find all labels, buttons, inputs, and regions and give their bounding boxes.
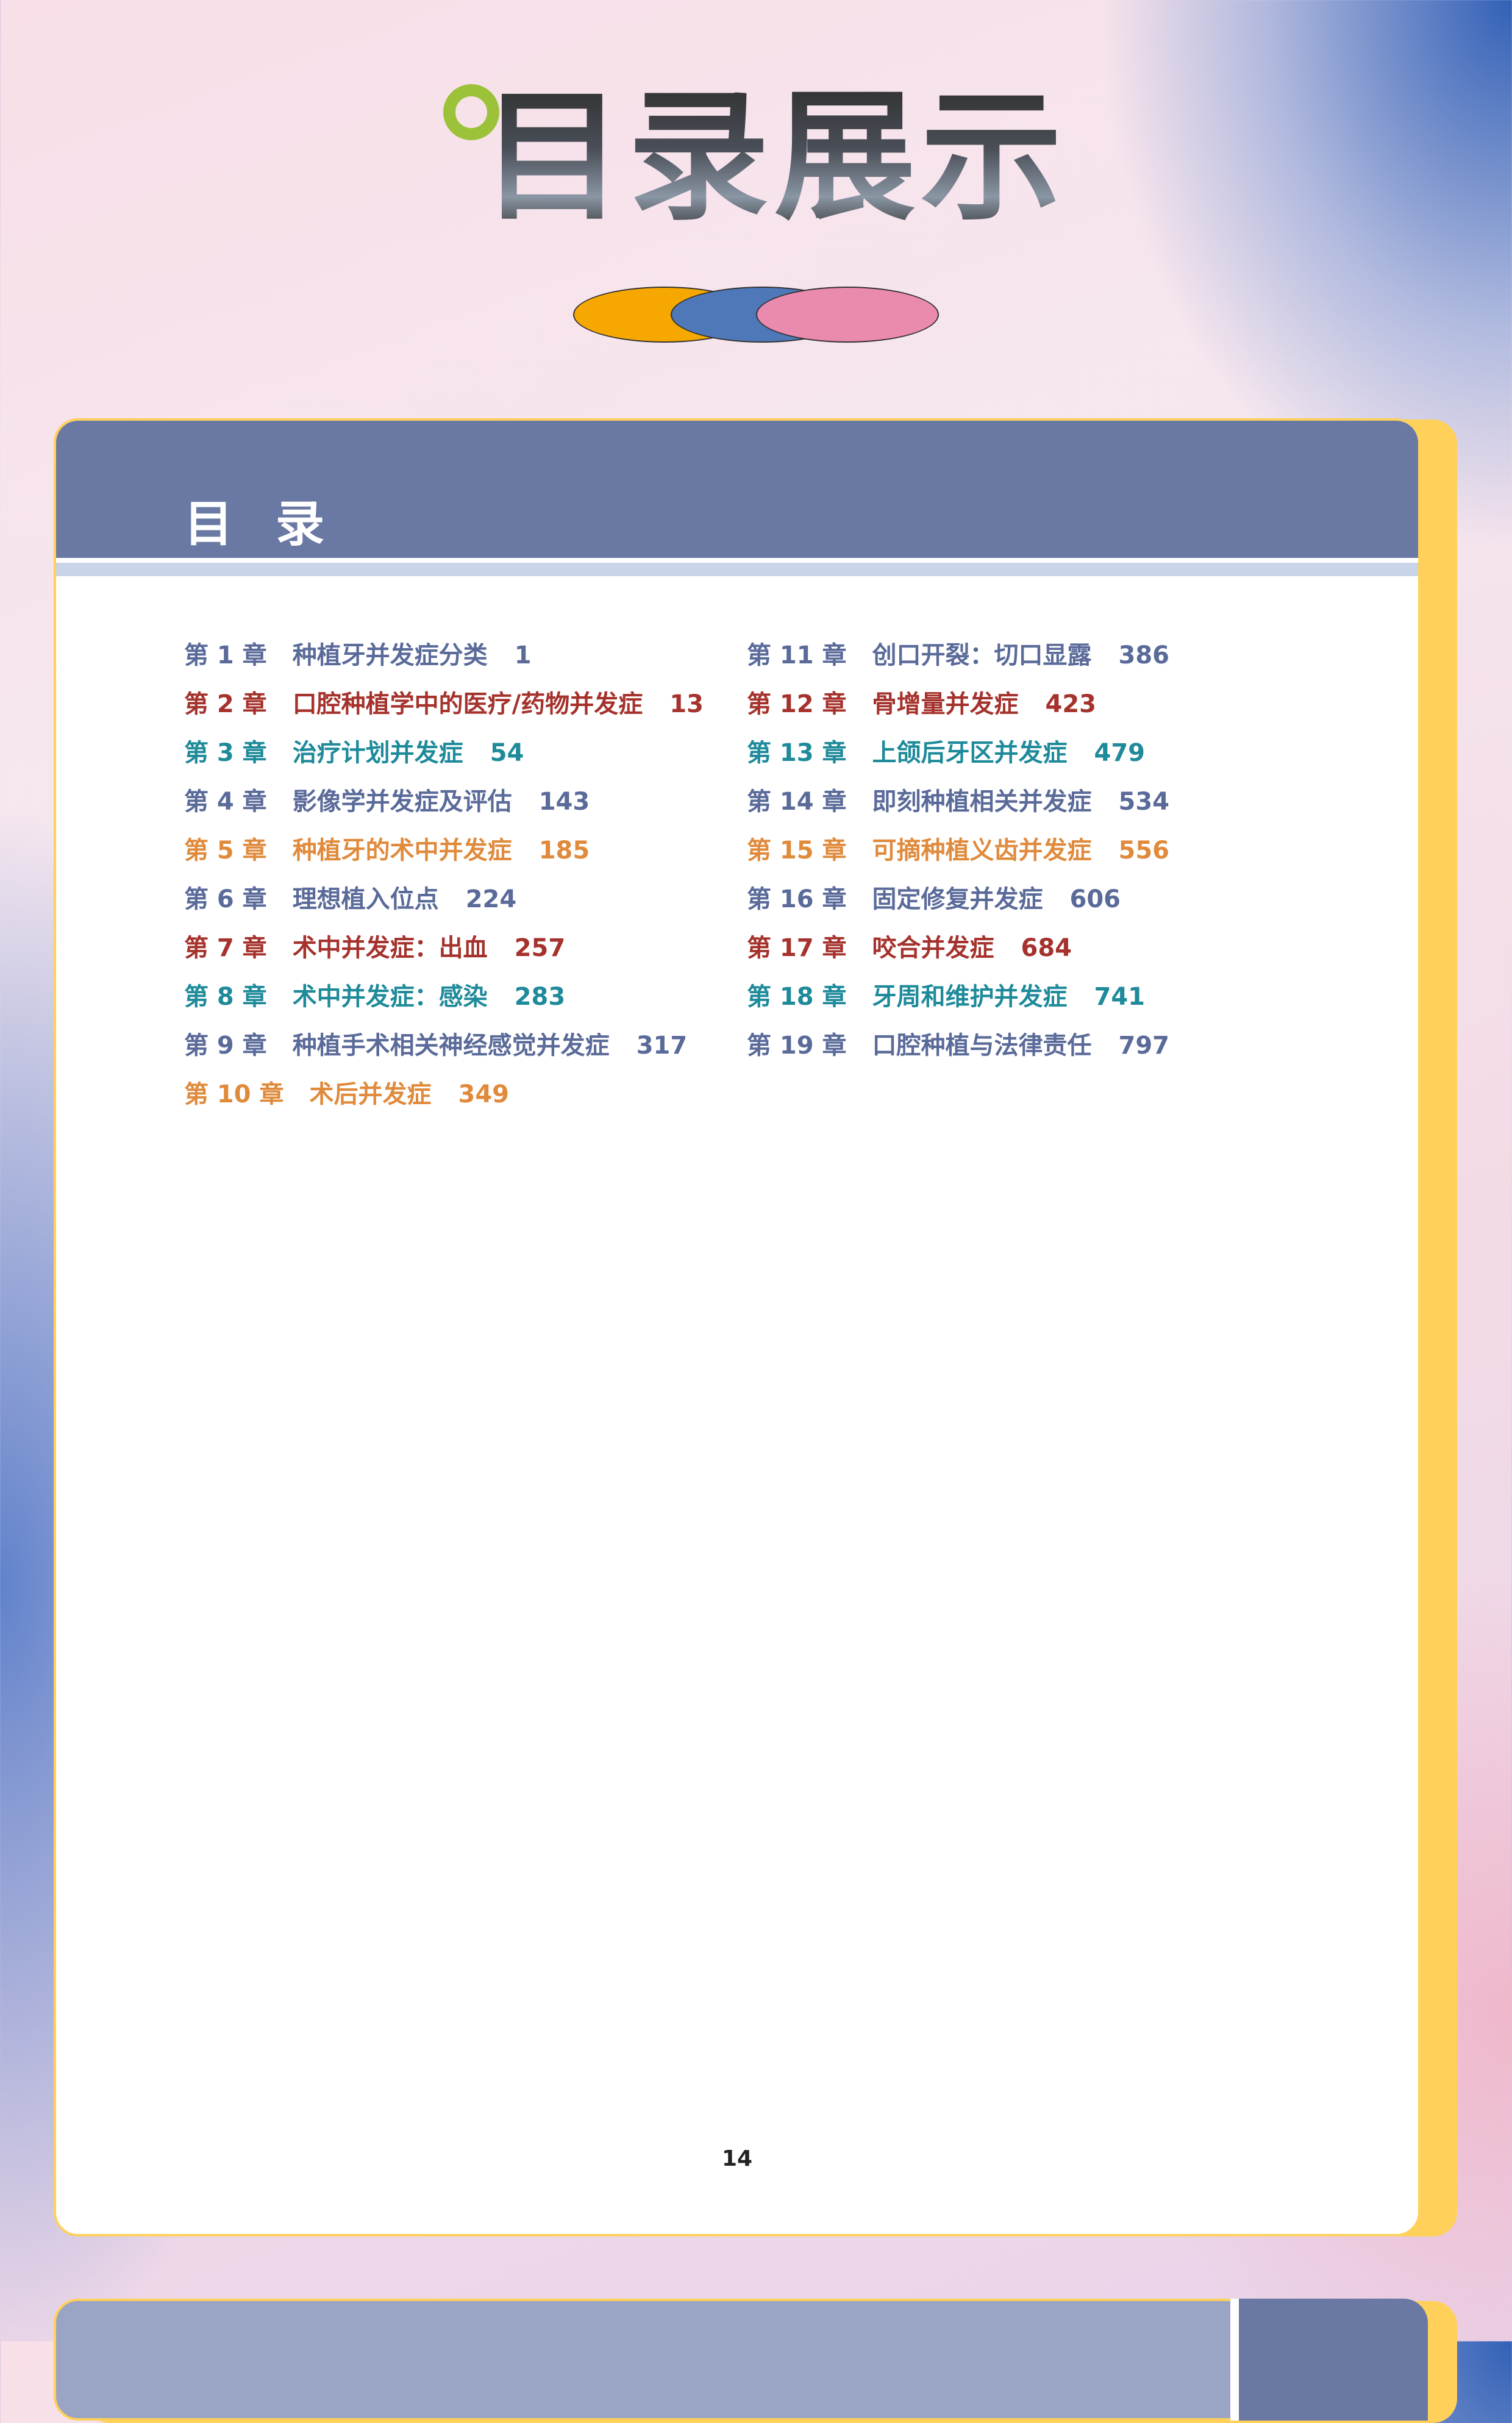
toc-entry[interactable]: 第 4 章影像学并发症及评估 143 <box>184 777 704 826</box>
page-number: 14 <box>721 2146 753 2171</box>
toc-entry[interactable]: 第 17 章咬合并发症 684 <box>747 924 1169 972</box>
chapter-label: 第 6 章 <box>184 885 267 913</box>
chapter-title: 术中并发症：感染 <box>292 983 488 1011</box>
chapter-title: 上颌后牙区并发症 <box>872 739 1068 767</box>
page-title: 目录展示 <box>482 78 1091 237</box>
chapter-page: 479 <box>1094 739 1146 767</box>
chapter-label: 第 2 章 <box>184 690 267 718</box>
chapter-label: 第 17 章 <box>747 934 847 962</box>
chapter-page: 423 <box>1045 690 1097 718</box>
chapter-label: 第 8 章 <box>184 983 267 1011</box>
chapter-label: 第 9 章 <box>184 1032 267 1060</box>
chapter-page: 741 <box>1094 983 1146 1011</box>
chapter-label: 第 16 章 <box>747 885 847 913</box>
next-card-preview <box>54 2299 1421 2421</box>
pink-ellipse <box>756 287 939 343</box>
chapter-page: 317 <box>636 1032 688 1060</box>
chapter-label: 第 19 章 <box>747 1032 847 1060</box>
chapter-title: 术中并发症：出血 <box>292 934 488 962</box>
chapter-title: 可摘种植义齿并发症 <box>872 837 1092 865</box>
chapter-title: 创口开裂：切口显露 <box>872 641 1092 669</box>
toc-entry[interactable]: 第 11 章创口开裂：切口显露 386 <box>747 631 1169 680</box>
chapter-page: 797 <box>1118 1032 1170 1060</box>
toc-entry[interactable]: 第 3 章治疗计划并发症 54 <box>184 729 704 777</box>
chapter-page: 185 <box>538 837 590 865</box>
chapter-title: 即刻种植相关并发症 <box>872 788 1092 816</box>
chapter-page: 606 <box>1069 885 1121 913</box>
toc-entry[interactable]: 第 1 章种植牙并发症分类 1 <box>184 631 704 680</box>
chapter-label: 第 5 章 <box>184 837 267 865</box>
toc-entry[interactable]: 第 7 章术中并发症：出血 257 <box>184 924 704 972</box>
toc-entry[interactable]: 第 2 章口腔种植学中的医疗/药物并发症 13 <box>184 680 704 729</box>
toc-entry[interactable]: 第 13 章上颌后牙区并发症 479 <box>747 729 1169 777</box>
color-dots-ornament <box>573 287 939 348</box>
chapter-label: 第 7 章 <box>184 934 267 962</box>
chapter-page: 1 <box>514 641 532 669</box>
chapter-title: 理想植入位点 <box>292 885 439 913</box>
chapter-page: 13 <box>669 690 704 718</box>
toc-entry[interactable]: 第 19 章口腔种植与法律责任 797 <box>747 1021 1169 1070</box>
chapter-page: 534 <box>1118 788 1170 816</box>
header-stripe <box>56 563 1418 576</box>
chapter-page: 143 <box>538 788 590 816</box>
toc-column-right: 第 11 章创口开裂：切口显露 386 第 12 章骨增量并发症 423 第 13 章上… <box>747 631 1169 1070</box>
chapter-label: 第 4 章 <box>184 788 267 816</box>
chapter-page: 349 <box>458 1080 510 1108</box>
chapter-title: 治疗计划并发症 <box>292 739 463 767</box>
chapter-label: 第 18 章 <box>747 983 847 1011</box>
toc-entry[interactable]: 第 16 章固定修复并发症 606 <box>747 875 1169 924</box>
chapter-page: 54 <box>490 739 524 767</box>
toc-card: 目录 第 1 章种植牙并发症分类 1 第 2 章口腔种植学中的医疗/药物并发症 13 第… <box>54 418 1421 2236</box>
chapter-title: 术后并发症 <box>309 1080 432 1108</box>
chapter-page: 283 <box>514 983 566 1011</box>
toc-heading: 目录 <box>184 496 367 552</box>
chapter-label: 第 1 章 <box>184 641 267 669</box>
chapter-label: 第 3 章 <box>184 739 267 767</box>
chapter-title: 固定修复并发症 <box>872 885 1043 913</box>
page-header: 目录展示 <box>0 0 1512 343</box>
chapter-page: 386 <box>1118 641 1170 669</box>
chapter-title: 牙周和维护并发症 <box>872 983 1068 1011</box>
chapter-title: 口腔种植与法律责任 <box>872 1032 1092 1060</box>
chapter-label: 第 13 章 <box>747 739 847 767</box>
chapter-page: 257 <box>514 934 566 962</box>
chapter-title: 种植牙的术中并发症 <box>292 837 512 865</box>
chapter-label: 第 14 章 <box>747 788 847 816</box>
toc-entry[interactable]: 第 18 章牙周和维护并发症 741 <box>747 972 1169 1021</box>
chapter-label: 第 10 章 <box>184 1080 284 1108</box>
chapter-page: 556 <box>1118 837 1170 865</box>
toc-column-left: 第 1 章种植牙并发症分类 1 第 2 章口腔种植学中的医疗/药物并发症 13 第 3 … <box>184 631 704 1119</box>
toc-entry[interactable]: 第 14 章即刻种植相关并发症 534 <box>747 777 1169 826</box>
toc-entry[interactable]: 第 12 章骨增量并发症 423 <box>747 680 1169 729</box>
chapter-label: 第 15 章 <box>747 837 847 865</box>
next-card-tab <box>1230 2299 1428 2421</box>
chapter-title: 影像学并发症及评估 <box>292 788 512 816</box>
chapter-page: 224 <box>465 885 517 913</box>
chapter-title: 种植手术相关神经感觉并发症 <box>292 1032 610 1060</box>
chapter-label: 第 12 章 <box>747 690 847 718</box>
toc-entry[interactable]: 第 15 章可摘种植义齿并发症 556 <box>747 826 1169 875</box>
toc-entry[interactable]: 第 6 章理想植入位点 224 <box>184 875 704 924</box>
toc-entry[interactable]: 第 10 章术后并发症 349 <box>184 1070 704 1119</box>
chapter-title: 骨增量并发症 <box>872 690 1019 718</box>
chapter-title: 咬合并发症 <box>872 934 994 962</box>
chapter-title: 种植牙并发症分类 <box>292 641 488 669</box>
chapter-label: 第 11 章 <box>747 641 847 669</box>
chapter-title: 口腔种植学中的医疗/药物并发症 <box>292 690 643 718</box>
chapter-page: 684 <box>1021 934 1072 962</box>
toc-entry[interactable]: 第 5 章种植牙的术中并发症 185 <box>184 826 704 875</box>
toc-entry[interactable]: 第 9 章种植手术相关神经感觉并发症 317 <box>184 1021 704 1070</box>
toc-card-header: 目录 <box>56 421 1418 558</box>
toc-entry[interactable]: 第 8 章术中并发症：感染 283 <box>184 972 704 1021</box>
